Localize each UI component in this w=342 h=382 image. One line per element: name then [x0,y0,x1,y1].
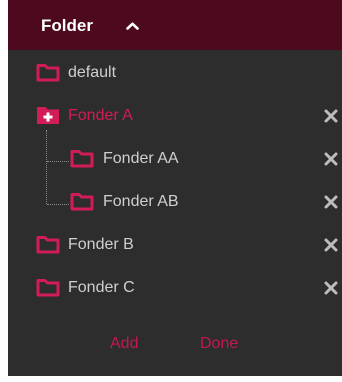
folder-item-label: default [68,64,117,81]
tree-guide-branch [47,204,69,205]
folder-item-label: Fonder AB [103,193,179,210]
folder-item-fonder-c[interactable]: Fonder C [36,268,316,308]
folder-item-fonder-ab[interactable]: Fonder AB [70,182,316,222]
folder-icon [36,279,60,297]
folder-header-title: Folder [41,16,93,35]
folder-icon [70,193,94,211]
close-icon[interactable] [321,278,342,298]
folder-item-label: Fonder A [68,107,133,124]
folder-item-label: Fonder AA [103,150,179,167]
tree-guide-line [46,130,47,204]
close-icon[interactable] [321,235,342,255]
add-button[interactable]: Add [110,334,138,354]
folder-item-fonder-b[interactable]: Fonder B [36,225,316,265]
folder-icon [70,150,94,168]
folder-header[interactable]: Folder [8,0,342,50]
folder-item-default[interactable]: default [36,53,316,93]
folder-plus-icon [37,107,59,124]
chevron-up-icon[interactable] [126,22,139,30]
close-icon[interactable] [321,192,342,212]
folder-icon [36,64,60,82]
folder-item-fonder-a[interactable]: Fonder A [36,96,316,136]
done-button[interactable]: Done [200,334,238,354]
close-icon[interactable] [321,149,342,169]
folder-icon [36,236,60,254]
tree-guide-branch [47,161,69,162]
folder-item-label: Fonder C [68,279,135,296]
folder-item-label: Fonder B [68,236,134,253]
close-icon[interactable] [321,106,342,126]
folder-item-fonder-aa[interactable]: Fonder AA [70,139,316,179]
